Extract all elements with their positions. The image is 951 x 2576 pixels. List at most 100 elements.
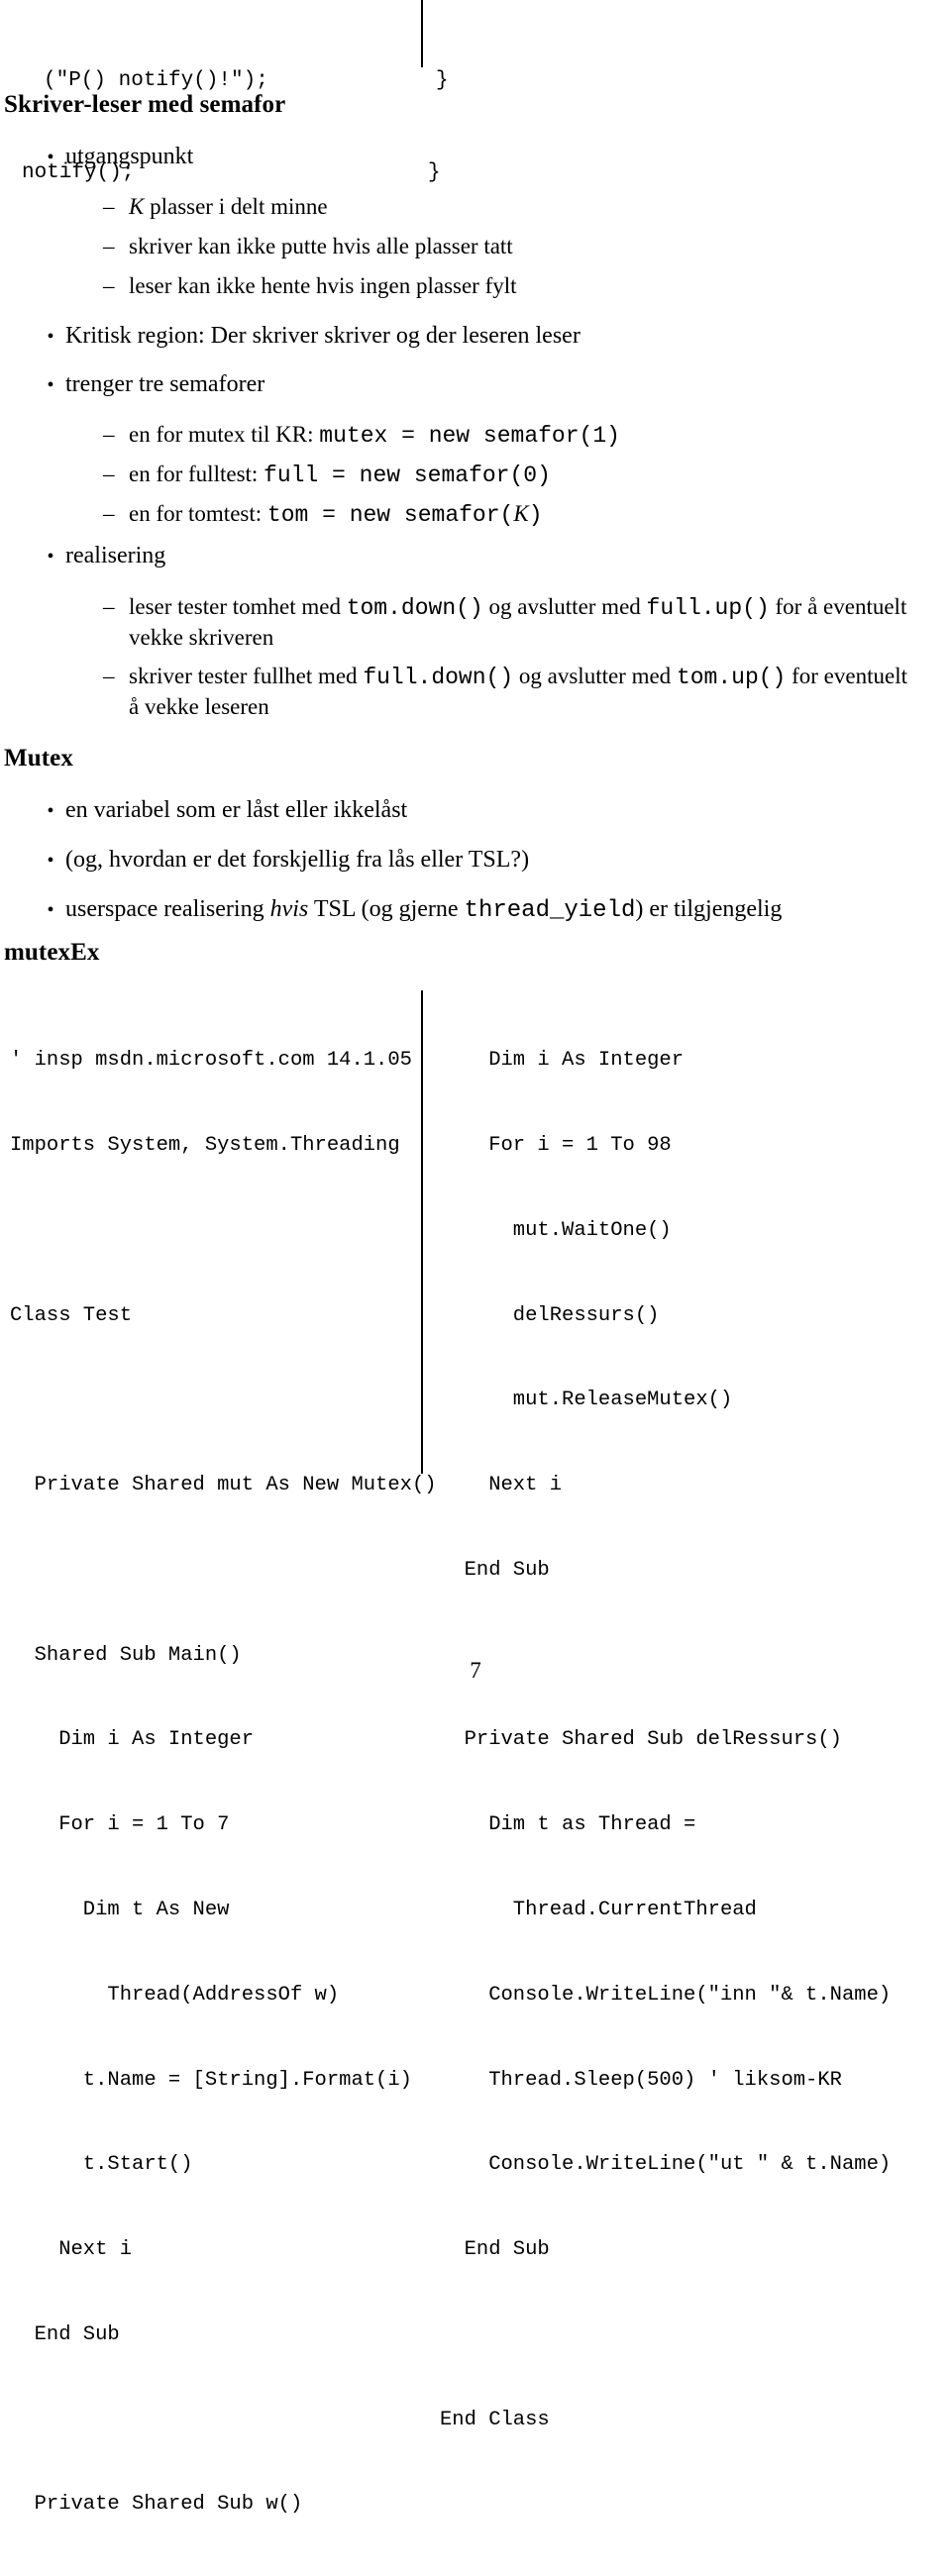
dash-marker: – <box>103 594 115 619</box>
code-run: tom = new semafor( <box>266 502 514 528</box>
code-line: Private Shared Sub delRessurs() <box>440 1728 842 1752</box>
code-listing-block: ' insp msdn.microsoft.com 14.1.05 Import… <box>0 990 951 2516</box>
math-symbol-k: K <box>513 501 529 526</box>
code-run: thread_yield <box>464 897 636 924</box>
dash-marker: – <box>103 273 115 298</box>
code-line: mut.WaitOne() <box>440 1218 672 1242</box>
subbullet-skriver-tester-fullhet: – skriver tester fullhet med full.down()… <box>103 662 921 721</box>
subbullet-text-rest: plasser i delt minne <box>144 194 328 219</box>
bullet-userspace-realisering: • userspace realisering hvis TSL (og gje… <box>44 894 782 926</box>
bullet-marker: • <box>47 850 54 872</box>
subbullet-text: leser kan ikke hente hvis ingen plasser … <box>129 273 517 298</box>
bullet-utgangspunkt: • utgangspunkt <box>44 142 193 171</box>
text-run: en for tomtest: <box>129 501 267 526</box>
bullet-marker: • <box>47 374 54 396</box>
bullet-marker: • <box>47 899 54 921</box>
bullet-kritisk-region: • Kritisk region: Der skriver skriver og… <box>44 321 581 351</box>
code-line: mut.ReleaseMutex() <box>440 1389 733 1412</box>
vertical-rule-bottom <box>421 990 423 1474</box>
subbullet-leser-tester-tomhet: – leser tester tomhet med tom.down() og … <box>103 592 921 652</box>
code-line: Private Shared Sub w() <box>10 2493 303 2517</box>
bullet-text: trenger tre semaforer <box>65 371 265 397</box>
section-heading-skriver-leser: Skriver-leser med semafor <box>4 91 286 118</box>
code-line: End Sub <box>440 2238 550 2262</box>
code-run: tom.up() <box>676 665 787 690</box>
bullet-text: en variabel som er låst eller ikkelåst <box>65 797 408 823</box>
listing-left-column: ' insp msdn.microsoft.com 14.1.05 Import… <box>10 990 437 2576</box>
bullet-en-variabel: • en variabel som er låst eller ikkelåst <box>44 795 407 825</box>
bullet-text: utgangspunkt <box>65 144 194 169</box>
dash-marker: – <box>103 501 115 526</box>
code-line: delRessurs() <box>440 1303 660 1327</box>
text-run: og avslutter med <box>513 664 677 688</box>
code-run: full = new semafor(0) <box>264 463 551 488</box>
code-line: For i = 1 To 7 <box>10 1813 230 1837</box>
text-run: en for mutex til KR: <box>129 422 320 447</box>
text-run: leser tester tomhet med <box>129 594 347 619</box>
code-run-close: ) <box>528 502 543 528</box>
code-line: } <box>428 161 441 184</box>
code-run: full.up() <box>646 595 770 621</box>
emphasis-hvis: hvis <box>269 896 309 922</box>
subbullet-full-semafor: – en for fulltest: full = new semafor(0) <box>103 460 551 490</box>
subbullet-text: skriver kan ikke putte hvis alle plasser… <box>129 234 513 258</box>
section-heading-mutex: Mutex <box>4 745 73 772</box>
vertical-rule-top <box>421 0 423 67</box>
text-run: TSL (og gjerne <box>308 896 465 922</box>
bullet-realisering: • realisering <box>44 541 165 570</box>
math-symbol-k: K <box>129 194 145 219</box>
page-number: 7 <box>470 1658 481 1683</box>
top-code-block: ("P() notify()!"); notify(); } } <box>0 0 951 184</box>
code-line: t.Name = [String].Format(i) <box>10 2068 412 2092</box>
subbullet-skriver-putte: – skriver kan ikke putte hvis alle plass… <box>103 232 513 260</box>
code-line: Console.WriteLine("inn "& t.Name) <box>440 1983 892 2007</box>
subbullet-mutex-semafor: – en for mutex til KR: mutex = new semaf… <box>103 420 620 451</box>
code-line: Dim i As Integer <box>10 1728 255 1752</box>
code-line: Next i <box>440 1474 563 1497</box>
subbullet-text: en for tomtest: tom = new semafor(K) <box>129 499 543 530</box>
code-line: Class Test <box>10 1303 133 1327</box>
dash-marker: – <box>103 194 115 219</box>
bullet-marker: • <box>47 800 54 822</box>
code-line: End Sub <box>440 1558 550 1582</box>
code-line: Thread.Sleep(500) ' liksom-KR <box>440 2068 842 2092</box>
code-line: Next i <box>10 2238 133 2262</box>
bullet-og-hvordan: • (og, hvordan er det forskjellig fra lå… <box>44 845 529 875</box>
bullet-text: realisering <box>65 543 166 568</box>
subbullet-text: en for mutex til KR: mutex = new semafor… <box>129 420 620 451</box>
subbullet-text: skriver tester fullhet med full.down() o… <box>129 662 921 721</box>
section-heading-mutexex: mutexEx <box>4 939 100 966</box>
code-line: Private Shared mut As New Mutex() <box>10 1474 437 1497</box>
listing-right-column: Dim i As Integer For i = 1 To 98 mut.Wai… <box>440 990 945 2491</box>
dash-marker: – <box>103 234 115 258</box>
text-run: userspace realisering <box>65 896 270 922</box>
bullet-marker: • <box>47 147 54 168</box>
text-run: skriver tester fullhet med <box>129 664 364 688</box>
bullet-marker: • <box>47 546 54 567</box>
code-line: End Sub <box>10 2322 120 2346</box>
subbullet-tom-semafor: – en for tomtest: tom = new semafor(K) <box>103 499 543 530</box>
code-line: End Class <box>440 2408 550 2431</box>
code-line: t.Start() <box>10 2153 193 2177</box>
dash-marker: – <box>103 422 115 447</box>
dash-marker: – <box>103 462 115 486</box>
code-line: Dim t as Thread = <box>440 1813 696 1837</box>
text-run: en for fulltest: <box>129 462 264 486</box>
code-line: For i = 1 To 98 <box>440 1133 672 1157</box>
code-run: full.down() <box>363 665 514 690</box>
document-page: ("P() notify()!"); notify(); } } Skriver… <box>0 0 951 2516</box>
subbullet-k-plasser: – K plasser i delt minne <box>103 192 328 221</box>
subbullet-text: K plasser i delt minne <box>129 192 328 221</box>
bullet-text: (og, hvordan er det forskjellig fra lås … <box>65 847 530 873</box>
code-line: Dim t As New <box>10 1899 230 1921</box>
bullet-text: userspace realisering hvis TSL (og gjern… <box>65 894 782 926</box>
code-line: } <box>436 69 449 92</box>
subbullet-text: leser tester tomhet med tom.down() og av… <box>129 592 921 652</box>
code-line: Thread(AddressOf w) <box>10 1983 340 2007</box>
bullet-text: Kritisk region: Der skriver skriver og d… <box>65 323 581 349</box>
subbullet-text: en for fulltest: full = new semafor(0) <box>129 460 551 490</box>
